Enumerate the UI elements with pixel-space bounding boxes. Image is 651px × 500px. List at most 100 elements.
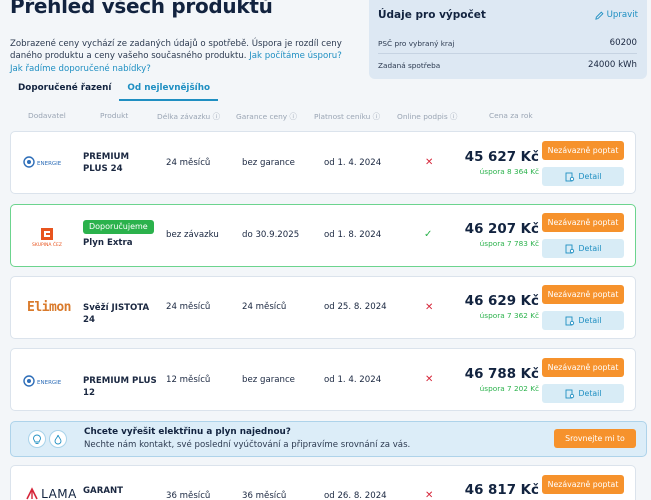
banner-title: Chcete vyřešit elektřinu a plyn najednou… bbox=[84, 427, 291, 437]
detail-label: Detail bbox=[578, 316, 602, 325]
edit-link[interactable]: Upravit bbox=[594, 10, 638, 20]
request-offer-button[interactable]: Nezávazně poptat bbox=[542, 358, 624, 377]
page-title: Přehled všech produktů bbox=[10, 0, 273, 18]
online-sign-no-icon: ✕ bbox=[425, 490, 434, 500]
edit-label: Upravit bbox=[606, 10, 638, 20]
request-offer-button[interactable]: Nezávazně poptat bbox=[542, 285, 624, 304]
product-card: Elimon Svěží JISTOTA 24 24 měsíců 24 měs… bbox=[10, 276, 636, 339]
annual-price: 46 629 Kč bbox=[464, 294, 539, 309]
guarantee-value: do 30.9.2025 bbox=[242, 230, 300, 240]
guarantee-value: 24 měsíců bbox=[242, 302, 287, 312]
online-sign-no-icon: ✕ bbox=[425, 302, 434, 313]
detail-label: Detail bbox=[578, 244, 602, 253]
commitment-value: 24 měsíců bbox=[166, 158, 211, 168]
online-sign-yes-icon: ✓ bbox=[424, 229, 433, 240]
validity-value: od 25. 8. 2024 bbox=[324, 302, 387, 312]
product-name-block: Doporučujeme Plyn Extra bbox=[83, 220, 159, 249]
column-header-product: Produkt bbox=[100, 111, 129, 120]
detail-button[interactable]: Detail bbox=[542, 167, 624, 186]
intro-text: Zobrazené ceny vychází ze zadaných údajů… bbox=[10, 38, 360, 75]
request-offer-button[interactable]: Nezávazně poptat bbox=[542, 475, 624, 494]
saving-value: úspora 7 783 Kč bbox=[479, 239, 539, 248]
column-header-guarantee: Garance ceny ⓘ bbox=[236, 112, 297, 121]
guarantee-value: bez garance bbox=[242, 375, 295, 385]
annual-price: 46 788 Kč bbox=[464, 367, 539, 382]
product-name: Svěží JISTOTA 24 bbox=[83, 303, 150, 325]
product-name: PREMIUM PLUS 24 bbox=[83, 152, 130, 174]
annual-price: 46 817 Kč bbox=[464, 483, 539, 498]
how-we-sort-link[interactable]: Jak řadíme doporučené nabídky? bbox=[10, 64, 151, 74]
validity-value: od 26. 8. 2024 bbox=[324, 491, 387, 500]
column-header-validity: Platnost ceníku ⓘ bbox=[314, 112, 381, 121]
pencil-icon bbox=[594, 11, 604, 20]
saving-value: úspora 7 202 Kč bbox=[479, 384, 539, 393]
column-header-supplier: Dodavatel bbox=[28, 111, 66, 120]
document-search-icon bbox=[565, 244, 574, 253]
banner-icons bbox=[28, 430, 67, 448]
supplier-logo-lama: LAMA bbox=[23, 486, 79, 500]
column-header-online-sign: Online podpis ⓘ bbox=[397, 112, 458, 121]
detail-button[interactable]: Detail bbox=[542, 239, 624, 258]
commitment-value: bez závazku bbox=[166, 230, 219, 240]
product-card: ENERGIE PREMIUM PLUS 12 12 měsíců bez ga… bbox=[10, 348, 636, 411]
product-card: LAMA GARANT 36 měsíců 36 měsíců od 26. 8… bbox=[10, 465, 636, 500]
tab-cheapest-first[interactable]: Od nejlevnějšího bbox=[119, 81, 219, 101]
flame-icon bbox=[49, 430, 67, 448]
detail-label: Detail bbox=[578, 172, 602, 181]
detail-label: Detail bbox=[578, 389, 602, 398]
consumption-row: Zadaná spotřeba 24000 kWh bbox=[378, 58, 637, 72]
sort-tabs: Doporučené řazení Od nejlevnějšího bbox=[10, 81, 219, 101]
product-card: ENERGIE PREMIUM PLUS 24 24 měsíců bez ga… bbox=[10, 131, 636, 194]
how-we-calculate-link[interactable]: Jak počítáme úsporu? bbox=[249, 51, 342, 61]
logo-text: LAMA bbox=[41, 487, 77, 500]
document-search-icon bbox=[565, 172, 574, 181]
lightbulb-icon bbox=[28, 430, 46, 448]
consumption-label: Zadaná spotřeba bbox=[378, 60, 441, 70]
postal-code-label: PSČ pro vybraný kraj bbox=[378, 38, 455, 48]
logo-text: Elimon bbox=[27, 299, 71, 315]
document-search-icon bbox=[565, 389, 574, 398]
annual-price: 46 207 Kč bbox=[464, 222, 539, 237]
product-name: GARANT bbox=[83, 486, 124, 496]
product-name: Plyn Extra bbox=[83, 238, 133, 248]
supplier-logo-elimon: Elimon bbox=[19, 299, 79, 315]
combined-offer-banner: Chcete vyřešit elektřinu a plyn najednou… bbox=[10, 421, 647, 457]
commitment-value: 36 měsíců bbox=[166, 491, 211, 500]
consumption-value: 24000 kWh bbox=[588, 60, 637, 70]
postal-code-row: PSČ pro vybraný kraj 60200 bbox=[378, 36, 637, 50]
saving-value: úspora 7 362 Kč bbox=[479, 311, 539, 320]
online-sign-no-icon: ✕ bbox=[425, 374, 434, 385]
product-name: PREMIUM PLUS 12 bbox=[83, 376, 157, 398]
calculation-data-box: Údaje pro výpočet Upravit PSČ pro vybran… bbox=[369, 0, 647, 79]
banner-text: Nechte nám kontakt, své poslední vyúčtov… bbox=[84, 440, 411, 450]
validity-value: od 1. 4. 2024 bbox=[324, 375, 382, 385]
compare-for-me-button[interactable]: Srovnejte mi to bbox=[554, 429, 636, 448]
detail-button[interactable]: Detail bbox=[542, 384, 624, 403]
logo-text: ENERGIE bbox=[37, 380, 62, 386]
column-header-price: Cena za rok bbox=[489, 111, 533, 120]
supplier-logo-innogy: ENERGIE bbox=[19, 373, 79, 389]
request-offer-button[interactable]: Nezávazně poptat bbox=[542, 213, 624, 232]
guarantee-value: 36 měsíců bbox=[242, 491, 287, 500]
validity-value: od 1. 4. 2024 bbox=[324, 158, 382, 168]
document-search-icon bbox=[565, 316, 574, 325]
divider bbox=[378, 53, 637, 54]
supplier-logo-innogy: ENERGIE bbox=[19, 154, 79, 170]
supplier-logo-cez: SKUPINA ČEZ bbox=[29, 223, 65, 251]
tab-recommended-sort[interactable]: Doporučené řazení bbox=[10, 81, 119, 101]
recommended-badge: Doporučujeme bbox=[83, 220, 154, 234]
postal-code-value: 60200 bbox=[609, 38, 637, 48]
commitment-value: 24 měsíců bbox=[166, 302, 211, 312]
logo-text: SKUPINA ČEZ bbox=[32, 242, 62, 248]
commitment-value: 12 měsíců bbox=[166, 375, 211, 385]
validity-value: od 1. 8. 2024 bbox=[324, 230, 382, 240]
request-offer-button[interactable]: Nezávazně poptat bbox=[542, 141, 624, 160]
detail-button[interactable]: Detail bbox=[542, 311, 624, 330]
product-card-recommended: SKUPINA ČEZ Doporučujeme Plyn Extra bez … bbox=[10, 204, 636, 267]
logo-text: ENERGIE bbox=[37, 161, 62, 167]
guarantee-value: bez garance bbox=[242, 158, 295, 168]
annual-price: 45 627 Kč bbox=[464, 150, 539, 165]
column-header-commitment: Délka závazku ⓘ bbox=[157, 112, 220, 121]
online-sign-no-icon: ✕ bbox=[425, 157, 434, 168]
saving-value: úspora 8 364 Kč bbox=[479, 167, 539, 176]
